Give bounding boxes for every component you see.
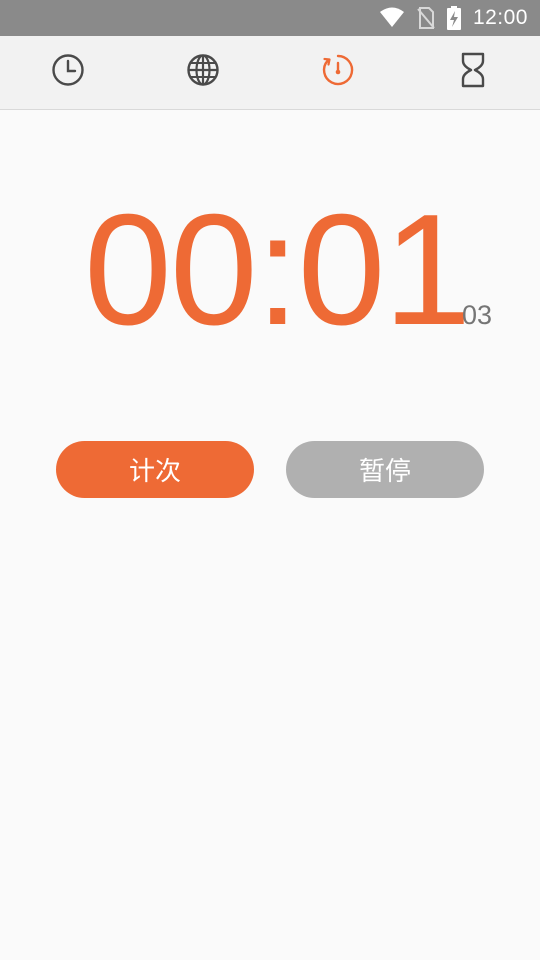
stopwatch-icon — [320, 52, 356, 93]
elapsed-centiseconds: 03 — [462, 300, 493, 330]
tab-clock[interactable] — [0, 36, 135, 109]
lap-button[interactable]: 计次 — [56, 441, 254, 498]
status-bar: 12:00 — [0, 0, 540, 36]
globe-icon — [186, 53, 220, 92]
hourglass-icon — [460, 52, 486, 93]
tab-timer[interactable] — [405, 36, 540, 109]
clock-icon — [51, 53, 85, 92]
wifi-icon — [379, 7, 405, 29]
pause-button[interactable]: 暂停 — [286, 441, 484, 498]
battery-charging-icon — [446, 6, 461, 30]
tab-world-clock[interactable] — [135, 36, 270, 109]
no-sim-icon — [417, 7, 435, 29]
tab-bar — [0, 36, 540, 110]
tab-stopwatch[interactable] — [270, 36, 405, 109]
stopwatch-display: 00:01 03 — [0, 190, 540, 350]
elapsed-time: 00:01 — [84, 182, 471, 358]
status-time: 12:00 — [472, 6, 528, 29]
